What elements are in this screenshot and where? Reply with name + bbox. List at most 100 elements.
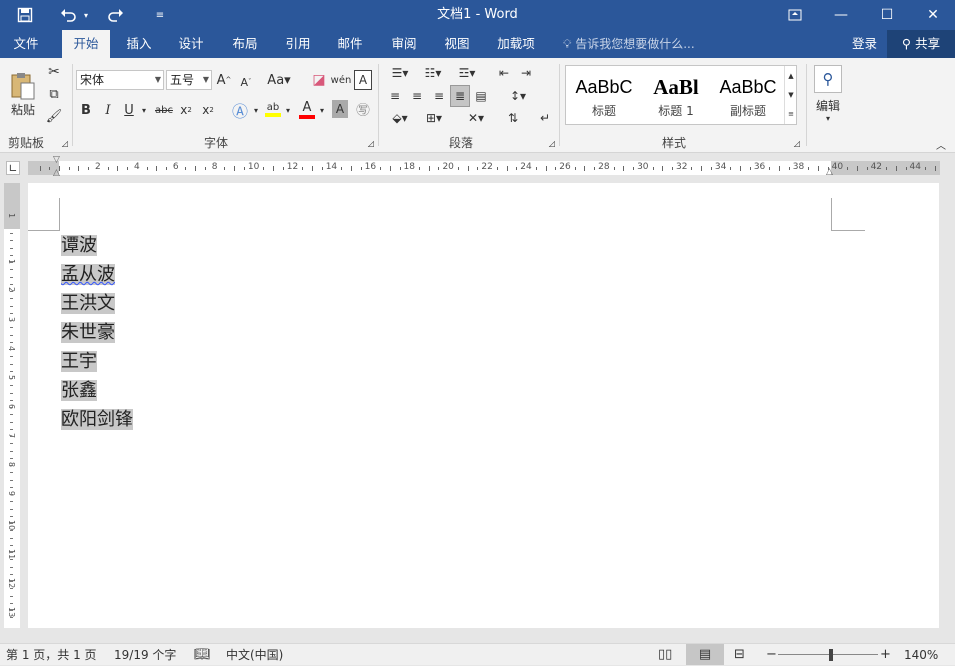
- scroll-up-icon[interactable]: ▲: [785, 66, 797, 85]
- decrease-indent-icon[interactable]: ⇤: [494, 64, 514, 82]
- sort-icon[interactable]: ⇅: [504, 108, 522, 128]
- more-styles-icon[interactable]: ≡: [785, 104, 797, 123]
- document-line[interactable]: 欧阳剑锋: [61, 406, 133, 434]
- document-line[interactable]: 孟从波: [61, 261, 115, 289]
- numbering-icon[interactable]: ☷▾: [418, 64, 448, 82]
- phonetic-guide-icon[interactable]: wén: [331, 70, 352, 90]
- format-painter-icon[interactable]: 🖌︎: [44, 106, 64, 126]
- tab-references[interactable]: 引用: [275, 30, 321, 58]
- italic-icon[interactable]: I: [100, 100, 116, 120]
- shading-icon[interactable]: ⬙▾: [386, 108, 414, 128]
- undo-dropdown-icon[interactable]: ▾: [80, 0, 92, 30]
- chevron-down-icon[interactable]: ▾: [252, 100, 260, 120]
- tab-design[interactable]: 设计: [168, 30, 214, 58]
- style-heading[interactable]: AaBbC 标题: [568, 66, 640, 124]
- font-name-combo[interactable]: 宋体 ▼: [76, 70, 164, 90]
- minimize-button[interactable]: —: [818, 0, 864, 30]
- tell-me-search[interactable]: 💡︎ 告诉我您想要做什么...: [563, 30, 695, 58]
- chevron-down-icon[interactable]: ▾: [318, 100, 326, 120]
- chevron-down-icon[interactable]: ▾: [140, 100, 148, 120]
- web-layout-icon[interactable]: ⊟: [734, 644, 745, 666]
- zoom-level[interactable]: 140%: [904, 644, 938, 666]
- zoom-thumb[interactable]: [829, 649, 833, 661]
- change-case-icon[interactable]: Aa▾: [266, 70, 292, 90]
- subscript-icon[interactable]: x2: [178, 100, 194, 120]
- save-icon[interactable]: [12, 0, 38, 30]
- increase-indent-icon[interactable]: ⇥: [516, 64, 536, 82]
- page-count[interactable]: 第 1 页，共 1 页: [6, 644, 97, 666]
- chevron-down-icon[interactable]: ▾: [284, 100, 292, 120]
- cut-icon[interactable]: ✂: [44, 62, 64, 82]
- style-heading-1[interactable]: AaBl 标题 1: [640, 66, 712, 124]
- clipboard-launcher-icon[interactable]: ◿: [60, 138, 70, 148]
- zoom-out-icon[interactable]: −: [766, 644, 777, 666]
- ribbon-display-icon[interactable]: [772, 0, 818, 30]
- tab-insert[interactable]: 插入: [116, 30, 162, 58]
- multilevel-list-icon[interactable]: ☲▾: [452, 64, 482, 82]
- tab-view[interactable]: 视图: [434, 30, 480, 58]
- font-launcher-icon[interactable]: ◿: [366, 138, 376, 148]
- strikethrough-icon[interactable]: abc: [154, 100, 174, 120]
- text-effects-icon[interactable]: Ⓐ: [228, 100, 252, 121]
- align-right-icon[interactable]: ≡: [430, 86, 448, 106]
- tab-selector-icon[interactable]: ∟: [6, 161, 20, 175]
- enclose-characters-icon[interactable]: ㊢: [354, 100, 372, 120]
- scroll-down-icon[interactable]: ▼: [785, 85, 797, 104]
- character-border-icon[interactable]: A: [354, 70, 372, 90]
- proofing-icon[interactable]: 📖︎: [194, 644, 211, 666]
- style-subtitle[interactable]: AaBbC 副标题: [712, 66, 784, 124]
- redo-icon[interactable]: [104, 0, 128, 30]
- paste-button[interactable]: 粘贴: [6, 64, 40, 124]
- highlight-icon[interactable]: ab: [264, 98, 282, 120]
- document-page[interactable]: 谭波 孟从波 王洪文 朱世豪 王宇 张鑫 欧阳剑锋: [28, 183, 939, 628]
- document-line[interactable]: 张鑫: [61, 377, 97, 405]
- tab-home[interactable]: 开始: [62, 30, 110, 58]
- justify-icon[interactable]: ≣: [450, 85, 470, 107]
- show-marks-icon[interactable]: ↵: [536, 108, 554, 128]
- close-button[interactable]: ✕: [910, 0, 955, 30]
- horizontal-ruler[interactable]: ∟ 2 4 6 8 10 12 14 16 18 20 22 24 26 28 30 32 34 36 38 40 42…: [0, 153, 955, 181]
- tab-addins[interactable]: 加载项: [490, 30, 542, 58]
- vertical-ruler[interactable]: 112345678910111213: [4, 183, 20, 628]
- first-indent-icon[interactable]: ▽: [53, 155, 60, 165]
- clear-format-icon[interactable]: ◪: [310, 70, 328, 90]
- font-color-icon[interactable]: A: [298, 98, 316, 120]
- maximize-button[interactable]: ☐: [864, 0, 910, 30]
- document-line[interactable]: 王洪文: [61, 290, 115, 318]
- copy-icon[interactable]: ⧉: [44, 84, 64, 104]
- read-mode-icon[interactable]: ▯▯: [658, 644, 672, 666]
- share-button[interactable]: ⚲ 共享: [887, 30, 955, 58]
- bullets-icon[interactable]: ☰▾: [386, 64, 414, 82]
- document-line[interactable]: 王宇: [61, 348, 97, 376]
- character-shading-icon[interactable]: A: [332, 100, 348, 118]
- zoom-in-icon[interactable]: +: [880, 644, 891, 666]
- tab-review[interactable]: 审阅: [381, 30, 427, 58]
- editing-button[interactable]: ⚲ 编辑 ▾: [812, 62, 844, 126]
- zoom-slider[interactable]: [778, 654, 878, 655]
- distributed-icon[interactable]: ▤: [472, 86, 490, 106]
- word-count[interactable]: 19/19 个字: [114, 644, 176, 666]
- line-spacing-icon[interactable]: ↕▾: [504, 86, 532, 106]
- tab-mailings[interactable]: 邮件: [327, 30, 373, 58]
- superscript-icon[interactable]: x2: [200, 100, 216, 120]
- grow-font-icon[interactable]: A ^: [216, 70, 232, 90]
- collapse-ribbon-icon[interactable]: ︿: [934, 138, 948, 152]
- bold-icon[interactable]: B: [78, 100, 94, 120]
- tab-layout[interactable]: 布局: [222, 30, 268, 58]
- print-layout-icon[interactable]: ▤: [686, 644, 724, 665]
- chinese-layout-icon[interactable]: ✕▾: [462, 108, 490, 128]
- document-line[interactable]: 谭波: [61, 232, 97, 260]
- align-left-icon[interactable]: ≡: [386, 86, 404, 106]
- tab-file[interactable]: 文件: [4, 30, 48, 58]
- borders-icon[interactable]: ⊞▾: [420, 108, 448, 128]
- paragraph-launcher-icon[interactable]: ◿: [547, 138, 557, 148]
- font-size-combo[interactable]: 五号 ▼: [166, 70, 212, 90]
- left-indent-icon[interactable]: △: [53, 168, 60, 178]
- underline-icon[interactable]: U: [121, 100, 137, 120]
- right-indent-icon[interactable]: △: [826, 167, 833, 177]
- undo-icon[interactable]: [56, 0, 80, 30]
- document-line[interactable]: 朱世豪: [61, 319, 115, 347]
- language-indicator[interactable]: 中文(中国): [226, 644, 283, 666]
- sign-in-link[interactable]: 登录: [852, 30, 877, 58]
- align-center-icon[interactable]: ≡: [408, 86, 426, 106]
